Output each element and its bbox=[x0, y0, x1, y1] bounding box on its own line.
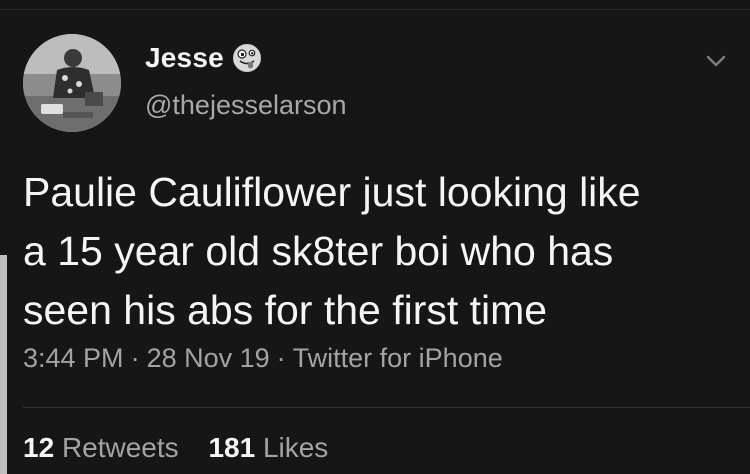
left-edge-accent bbox=[0, 255, 7, 474]
tweet-text-line: Paulie Cauliflower just looking like bbox=[23, 169, 641, 215]
stats-divider bbox=[23, 407, 750, 408]
likes-label: Likes bbox=[262, 432, 329, 463]
meta-separator: · bbox=[130, 343, 140, 373]
retweets-stat[interactable]: 12 Retweets bbox=[23, 432, 179, 463]
tweet-text: Paulie Cauliflower just looking like a 1… bbox=[23, 163, 733, 340]
meta-separator: · bbox=[276, 343, 286, 373]
zany-face-icon bbox=[232, 44, 261, 72]
retweets-count: 12 bbox=[23, 432, 55, 463]
tweet-text-line: seen his abs for the first time bbox=[23, 287, 548, 333]
author-name-row[interactable]: Jesse bbox=[145, 42, 262, 74]
tweet-date[interactable]: 28 Nov 19 bbox=[147, 343, 270, 373]
tweet-text-line: a 15 year old sk8ter boi who has bbox=[23, 228, 614, 274]
top-divider bbox=[0, 9, 750, 10]
retweets-label: Retweets bbox=[61, 432, 179, 463]
tweet-stats: 12 Retweets 181 Likes bbox=[23, 432, 350, 464]
tweet-card: Jesse @thejesselarson Paulie Cauliflower… bbox=[0, 0, 750, 474]
tweet-meta: 3:44 PM · 28 Nov 19 · Twitter for iPhone bbox=[23, 343, 503, 374]
likes-count: 181 bbox=[208, 432, 256, 463]
avatar-photo-icon bbox=[23, 34, 121, 132]
tweet-time[interactable]: 3:44 PM bbox=[23, 343, 124, 373]
likes-stat[interactable]: 181 Likes bbox=[208, 432, 328, 463]
author-display-name[interactable]: Jesse bbox=[145, 42, 224, 74]
chevron-down-icon[interactable] bbox=[703, 50, 729, 72]
author-handle[interactable]: @thejesselarson bbox=[145, 90, 347, 121]
avatar[interactable] bbox=[23, 34, 121, 132]
tweet-source[interactable]: Twitter for iPhone bbox=[293, 343, 503, 373]
